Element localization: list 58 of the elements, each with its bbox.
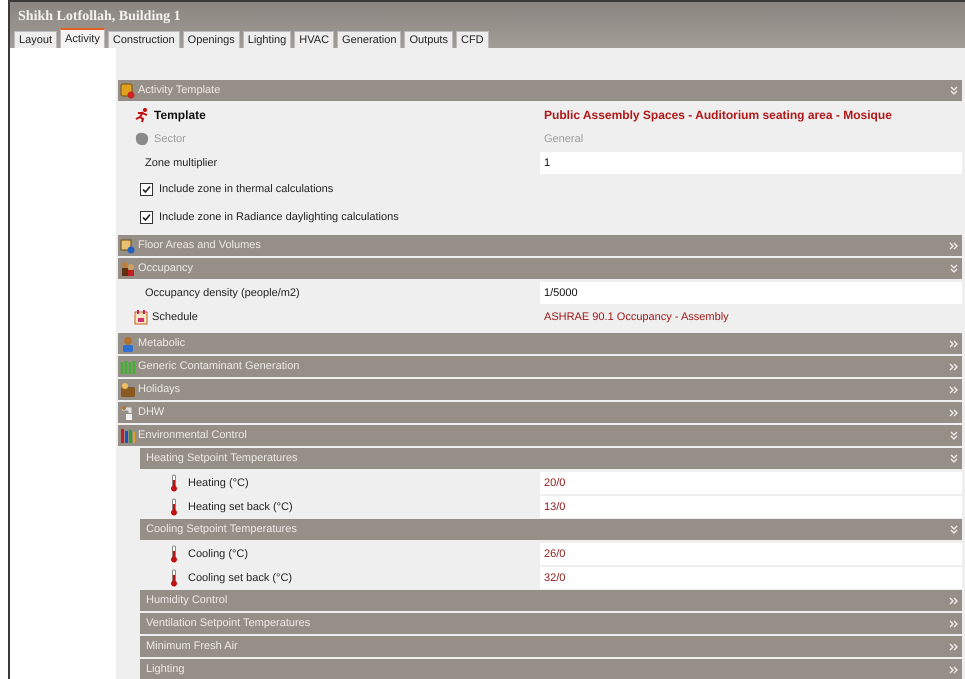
template-icon bbox=[120, 82, 136, 98]
collapse-icon[interactable] bbox=[950, 524, 958, 534]
checkbox-label: Include zone in Radiance daylighting calculations bbox=[159, 210, 399, 225]
expand-icon[interactable] bbox=[949, 596, 958, 604]
field-label: Cooling (°C) bbox=[188, 546, 248, 562]
tab[interactable]: Generation bbox=[337, 31, 402, 48]
expand-icon[interactable] bbox=[949, 362, 958, 370]
thermometer-icon bbox=[170, 474, 178, 492]
calendar-icon bbox=[134, 310, 148, 324]
input-field[interactable]: 13/0 bbox=[540, 496, 962, 518]
thermometers-icon bbox=[120, 428, 136, 444]
input-field[interactable]: 32/0 bbox=[540, 567, 962, 589]
template-link[interactable]: Public Assembly Spaces - Auditorium seating area - Mosique bbox=[544, 106, 892, 124]
window-title: Shikh Lotfollah, Building 1 bbox=[17, 8, 182, 26]
expand-icon[interactable] bbox=[949, 642, 958, 650]
floor-plan-icon bbox=[120, 238, 136, 254]
checkbox-label: Include zone in thermal calculations bbox=[159, 182, 334, 197]
thermometer-icon bbox=[170, 569, 178, 587]
field-label: Schedule bbox=[152, 310, 198, 325]
field-label: Template bbox=[154, 107, 206, 124]
input-field[interactable]: 1/5000 bbox=[540, 282, 962, 304]
expand-icon[interactable] bbox=[949, 620, 958, 628]
expand-icon[interactable] bbox=[949, 408, 958, 416]
collapse-icon[interactable] bbox=[950, 86, 958, 96]
field-label: Zone multiplier bbox=[145, 156, 218, 171]
checkbox[interactable] bbox=[140, 210, 153, 224]
tab[interactable]: CFD bbox=[456, 31, 489, 48]
collapse-icon[interactable] bbox=[950, 454, 958, 464]
tab[interactable]: Activity bbox=[60, 28, 105, 48]
checkbox[interactable] bbox=[140, 182, 153, 196]
tab[interactable]: Outputs bbox=[404, 31, 453, 48]
expand-icon[interactable] bbox=[949, 340, 958, 348]
tab[interactable]: Openings bbox=[182, 31, 240, 48]
sector-value: General bbox=[544, 132, 584, 147]
field-label: Heating set back (°C) bbox=[188, 500, 293, 515]
runner-icon bbox=[134, 107, 150, 123]
tab[interactable]: Layout bbox=[14, 31, 58, 48]
collapse-icon[interactable] bbox=[950, 264, 958, 274]
field-label: Cooling set back (°C) bbox=[188, 570, 292, 586]
expand-icon[interactable] bbox=[949, 242, 958, 250]
input-field[interactable]: 1 bbox=[540, 152, 962, 174]
schedule-link[interactable]: ASHRAE 90.1 Occupancy - Assembly bbox=[544, 308, 729, 326]
tab[interactable]: Lighting bbox=[242, 31, 292, 48]
field-label: Heating (°C) bbox=[188, 476, 249, 491]
input-field[interactable]: 26/0 bbox=[540, 543, 962, 565]
people-icon bbox=[120, 260, 136, 276]
person-icon bbox=[120, 336, 136, 352]
expand-icon[interactable] bbox=[949, 386, 958, 394]
field-label: Sector bbox=[154, 132, 186, 147]
tab[interactable]: HVAC bbox=[294, 31, 334, 48]
thermometer-icon bbox=[170, 498, 178, 516]
tab[interactable]: Construction bbox=[108, 31, 180, 48]
expand-icon[interactable] bbox=[949, 666, 958, 674]
sector-icon bbox=[134, 131, 150, 147]
thermometer-icon bbox=[170, 545, 178, 563]
field-label: Occupancy density (people/m2) bbox=[145, 286, 300, 301]
input-field[interactable]: 20/0 bbox=[540, 472, 962, 494]
collapse-icon[interactable] bbox=[950, 430, 958, 440]
